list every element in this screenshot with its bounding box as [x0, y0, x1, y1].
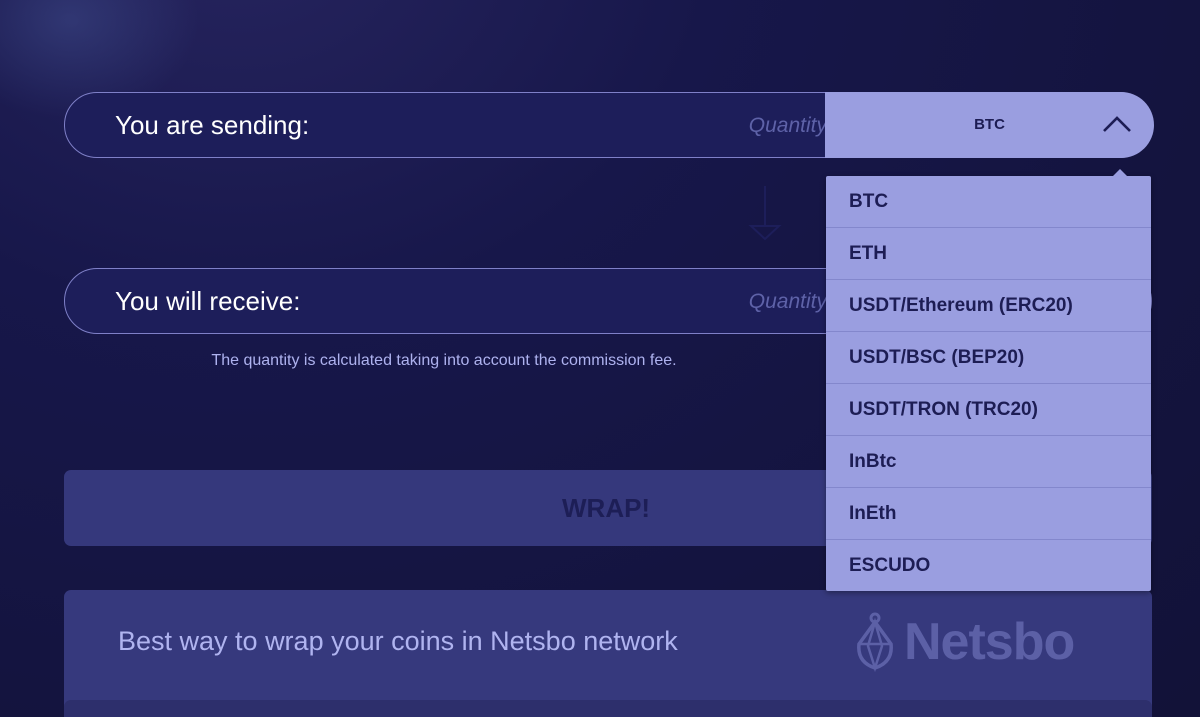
dropdown-option-ineth[interactable]: InEth [826, 488, 1151, 540]
chevron-up-icon[interactable] [1102, 112, 1132, 136]
sending-row: You are sending: BTC [64, 92, 1154, 159]
netsbo-logo-text: Netsbo [904, 613, 1075, 671]
arrow-down-icon [748, 186, 782, 241]
dropdown-option-usdt-trc20[interactable]: USDT/TRON (TRC20) [826, 384, 1151, 436]
netsbo-logo: Netsbo [854, 612, 1075, 672]
receiving-quantity-input[interactable] [625, 269, 829, 335]
receiving-label: You will receive: [115, 286, 301, 316]
sending-quantity-input[interactable] [625, 93, 829, 159]
banner-text: Best way to wrap your coins in Netsbo ne… [118, 626, 678, 656]
currency-select[interactable]: BTC [825, 92, 1154, 158]
sending-label: You are sending: [115, 110, 310, 140]
dropdown-option-escudo[interactable]: ESCUDO [826, 540, 1151, 591]
dropdown-option-usdt-bep20[interactable]: USDT/BSC (BEP20) [826, 332, 1151, 384]
currency-dropdown: BTC ETH USDT/Ethereum (ERC20) USDT/BSC (… [826, 169, 1151, 591]
dropdown-option-eth[interactable]: ETH [826, 228, 1151, 280]
dropdown-option-usdt-erc20[interactable]: USDT/Ethereum (ERC20) [826, 280, 1151, 332]
info-banner: Best way to wrap your coins in Netsbo ne… [64, 590, 1152, 717]
dropdown-option-btc[interactable]: BTC [826, 176, 1151, 228]
netsbo-logo-icon [857, 612, 893, 672]
dropdown-option-inbtc[interactable]: InBtc [826, 436, 1151, 488]
banner-strip [64, 700, 1152, 717]
commission-note: The quantity is calculated taking into a… [211, 352, 677, 369]
